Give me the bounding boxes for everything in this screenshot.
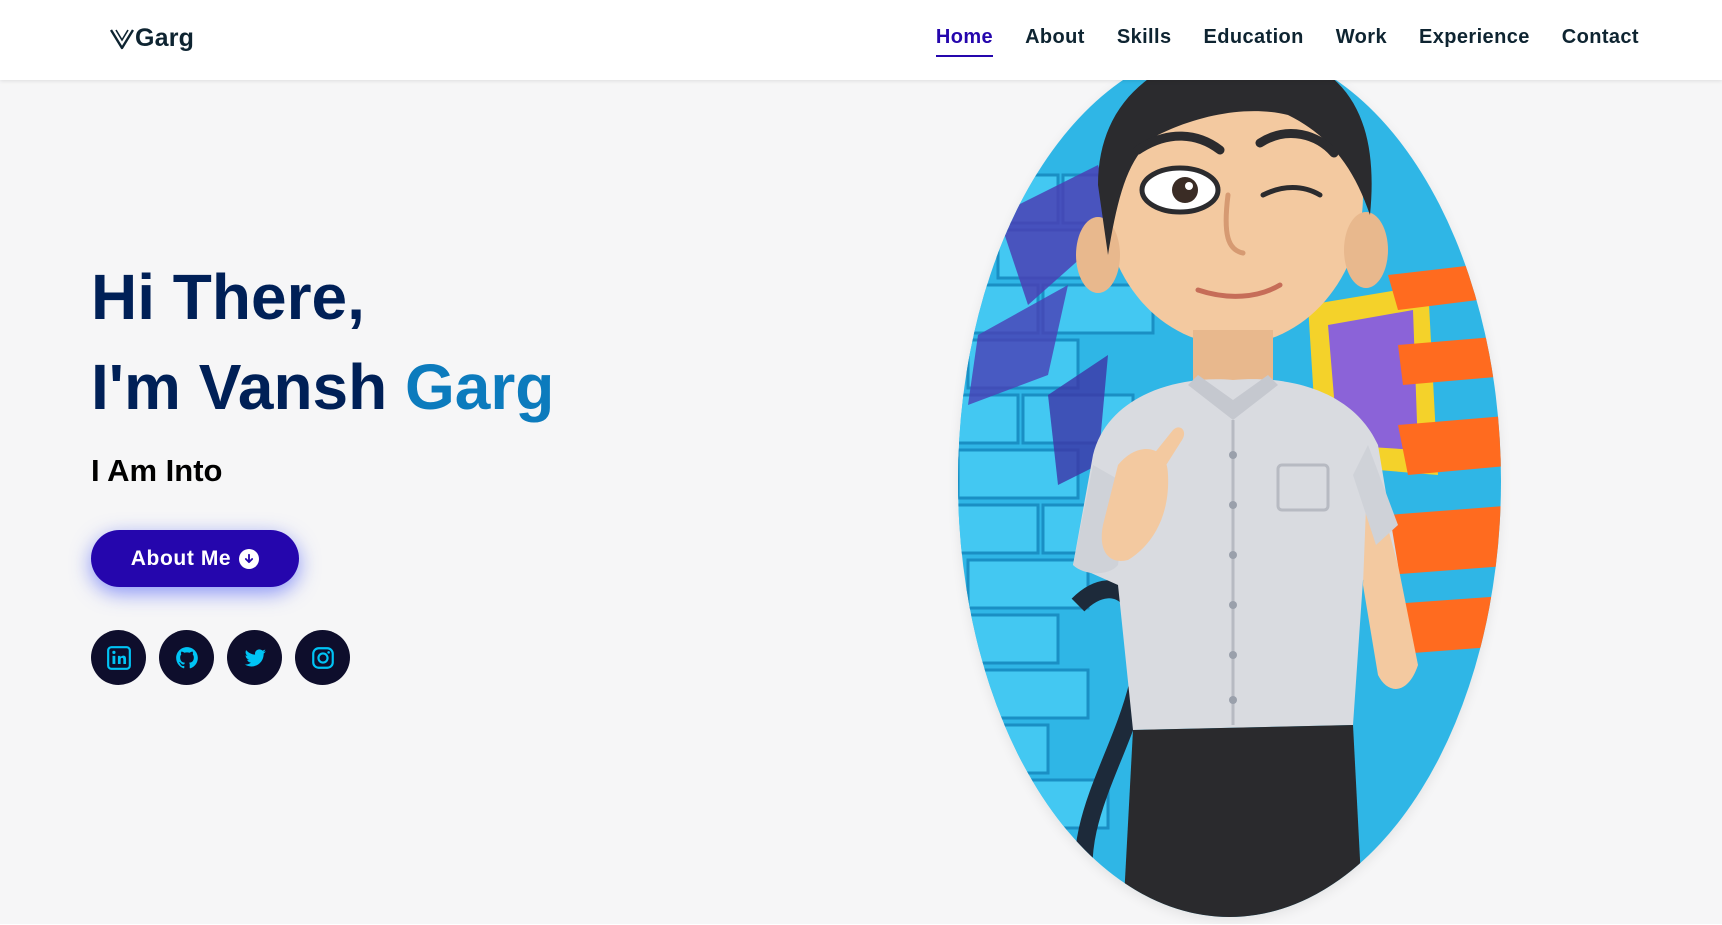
- instagram-icon: [311, 646, 334, 669]
- twitter-icon: [244, 648, 266, 666]
- github-icon: [175, 646, 198, 668]
- avatar-illustration: [958, 45, 1501, 917]
- arrow-down-circle-icon: [239, 548, 260, 569]
- brand-logo-link[interactable]: Garg: [110, 24, 194, 53]
- nav-item-education[interactable]: Education: [1203, 26, 1303, 57]
- nav-item-contact[interactable]: Contact: [1562, 26, 1639, 57]
- hero-greeting: Hi There,: [91, 261, 365, 333]
- instagram-link[interactable]: [295, 630, 350, 685]
- nav-item-skills[interactable]: Skills: [1117, 26, 1172, 57]
- nav-item-about[interactable]: About: [1025, 26, 1085, 57]
- linkedin-icon: [106, 645, 131, 670]
- nav-item-work[interactable]: Work: [1336, 26, 1387, 57]
- twitter-link[interactable]: [227, 630, 282, 685]
- nav-item-experience[interactable]: Experience: [1419, 26, 1530, 57]
- nav-links: Home About Skills Education Work Experie…: [935, 26, 1639, 57]
- navbar: Garg Home About Skills Education Work Ex…: [0, 0, 1722, 80]
- nav-item-home[interactable]: Home: [935, 26, 994, 57]
- hero-name-highlight: Garg: [405, 351, 555, 424]
- hero-text: Hi There, I'm Vansh Garg I Am Into: [91, 262, 554, 489]
- hero-name-prefix: I'm Vansh: [91, 351, 405, 424]
- v-logo-icon: [110, 28, 134, 49]
- profile-avatar: [958, 45, 1501, 917]
- social-links: [91, 630, 350, 685]
- about-me-button[interactable]: About Me: [91, 530, 299, 587]
- hero-name: I'm Vansh Garg: [91, 352, 554, 422]
- github-link[interactable]: [159, 630, 214, 685]
- about-me-button-label: About Me: [130, 546, 232, 570]
- brand-text: Garg: [135, 24, 195, 52]
- linkedin-link[interactable]: [91, 630, 146, 685]
- hero-tagline: I Am Into: [91, 452, 223, 488]
